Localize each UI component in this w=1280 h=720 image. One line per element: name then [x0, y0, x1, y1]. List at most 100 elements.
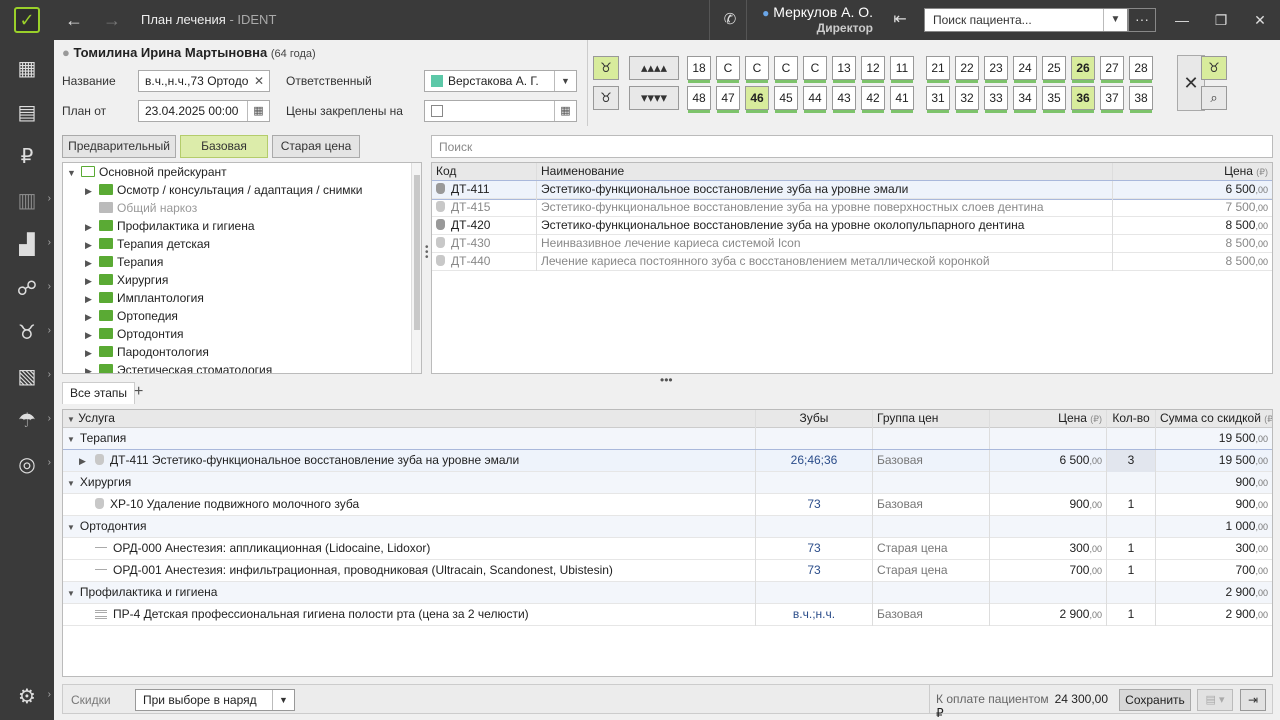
- chevron-down-icon[interactable]: ▼: [67, 523, 75, 532]
- item-qty[interactable]: 1: [1128, 497, 1135, 511]
- permanent-tooth-icon[interactable]: ♉: [593, 56, 619, 80]
- close-icon[interactable]: ✕: [1250, 10, 1270, 30]
- add-stage-button[interactable]: +: [134, 383, 143, 401]
- patient-search-input[interactable]: Поиск пациента... ▼: [924, 8, 1128, 32]
- tree-item[interactable]: ▶ Пародонтология: [85, 343, 209, 361]
- tooth-upper-5[interactable]: 13: [832, 56, 856, 83]
- tab-base[interactable]: Базовая: [180, 135, 268, 158]
- tree-item[interactable]: ▶ Терапия детская: [85, 235, 210, 253]
- col-qty[interactable]: Кол-во: [1106, 410, 1155, 428]
- print-icon[interactable]: ▤ ▾: [1197, 689, 1233, 711]
- chevron-down-icon[interactable]: ▼: [272, 690, 294, 710]
- tooth-lower-6[interactable]: 42: [861, 86, 885, 113]
- tooth-upper-2[interactable]: C: [745, 56, 769, 83]
- chevron-right-icon[interactable]: ▶: [85, 272, 99, 290]
- scrollbar-thumb[interactable]: [414, 175, 420, 330]
- responsible-select[interactable]: Верстакова А. Г. ▼: [424, 70, 577, 92]
- tree-item[interactable]: ▶ Профилактика и гигиена: [85, 217, 255, 235]
- tooth-lower-11[interactable]: 34: [1013, 86, 1037, 113]
- price-search-input[interactable]: Поиск: [431, 135, 1273, 158]
- calendar-icon[interactable]: ▦: [247, 101, 269, 121]
- col-name[interactable]: Наименование: [536, 163, 1112, 181]
- tooth-lower-13[interactable]: 36: [1071, 86, 1095, 113]
- col-sum[interactable]: Сумма со скидкой (₽): [1155, 410, 1272, 428]
- back-arrow-icon[interactable]: ←: [62, 8, 86, 32]
- milk-tooth-icon[interactable]: ♉: [593, 86, 619, 110]
- tab-preliminary[interactable]: Предварительный: [62, 135, 176, 158]
- tooth-lower-8[interactable]: 31: [926, 86, 950, 113]
- plan-item-row[interactable]: ПР-4 Детская профессиональная гигиена по…: [63, 604, 1272, 626]
- cashbox-icon[interactable]: ▥ ›: [0, 178, 54, 222]
- chevron-right-icon[interactable]: ▶: [85, 218, 99, 236]
- gear-icon[interactable]: ⚙ ›: [0, 674, 54, 718]
- tooth-upper-12[interactable]: 25: [1042, 56, 1066, 83]
- save-button[interactable]: Сохранить: [1119, 689, 1191, 711]
- tooth-lower-5[interactable]: 43: [832, 86, 856, 113]
- chevron-down-icon[interactable]: ▼: [67, 479, 75, 488]
- chevron-right-icon[interactable]: ▶: [85, 290, 99, 308]
- chevron-right-icon[interactable]: ▶: [85, 362, 99, 373]
- chevron-down-icon[interactable]: ▼: [67, 589, 75, 598]
- tooth-upper-4[interactable]: C: [803, 56, 827, 83]
- tooth-lower-15[interactable]: 38: [1129, 86, 1153, 113]
- tooth-upper-3[interactable]: C: [774, 56, 798, 83]
- tree-item[interactable]: ▶ Ортопедия: [85, 307, 178, 325]
- upper-jaw-icon[interactable]: ▴▴▴▴: [629, 56, 679, 80]
- phone-icon[interactable]: ✆: [716, 8, 744, 32]
- tooth-lower-1[interactable]: 47: [716, 86, 740, 113]
- ruble-icon[interactable]: ₽: [0, 134, 54, 178]
- chevron-down-icon[interactable]: ▼: [1103, 9, 1127, 31]
- teeth-link[interactable]: 73: [807, 541, 820, 555]
- tooth-upper-1[interactable]: C: [716, 56, 740, 83]
- current-user[interactable]: ● Меркулов А. О. Директор: [757, 4, 873, 35]
- chevron-right-icon[interactable]: ▶: [85, 326, 99, 344]
- more-button[interactable]: ···: [1128, 8, 1156, 32]
- schedule-icon[interactable]: ▦: [0, 46, 54, 90]
- horizontal-splitter[interactable]: •••: [660, 373, 673, 387]
- tooth-lower-10[interactable]: 33: [984, 86, 1008, 113]
- plan-group-row[interactable]: ▼ Хирургия 900,00: [63, 472, 1272, 494]
- chevron-down-icon[interactable]: ▼: [67, 164, 81, 182]
- price-row[interactable]: ДТ-411 Эстетико-функциональное восстановл…: [432, 180, 1272, 200]
- col-code[interactable]: Код: [432, 163, 536, 181]
- tooth-lower-3[interactable]: 45: [774, 86, 798, 113]
- minimize-icon[interactable]: —: [1172, 10, 1192, 30]
- tooth-lower-2[interactable]: 46: [745, 86, 769, 113]
- reports-icon[interactable]: ▟ ›: [0, 222, 54, 266]
- tooth-card-icon[interactable]: ♉: [1201, 56, 1227, 80]
- teeth-link[interactable]: 26;46;36: [791, 453, 838, 467]
- price-row[interactable]: ДТ-420 Эстетико-функциональное восстановл…: [432, 217, 1272, 235]
- teeth-link[interactable]: в.ч.;н.ч.: [793, 607, 835, 621]
- lower-jaw-icon[interactable]: ▾▾▾▾: [629, 86, 679, 110]
- exit-icon[interactable]: ⇥: [1240, 689, 1266, 711]
- tree-item[interactable]: Общий наркоз: [85, 199, 197, 217]
- tree-item[interactable]: ▶ Осмотр / консультация / адаптация / сни…: [85, 181, 363, 199]
- prices-fixed-checkbox[interactable]: [431, 105, 443, 117]
- forward-arrow-icon[interactable]: →: [100, 8, 124, 32]
- tree-item[interactable]: ▶ Терапия: [85, 253, 163, 271]
- prices-fixed-field[interactable]: ▦: [424, 100, 577, 122]
- col-teeth[interactable]: Зубы: [755, 410, 872, 428]
- tree-item[interactable]: ▶ Хирургия: [85, 271, 168, 289]
- invoice-icon[interactable]: ▤: [0, 90, 54, 134]
- tree-root[interactable]: ▼ Основной прейскурант: [67, 163, 227, 181]
- tooth-upper-15[interactable]: 28: [1129, 56, 1153, 83]
- chevron-right-icon[interactable]: ▶: [85, 308, 99, 326]
- chevron-right-icon[interactable]: ▶: [85, 344, 99, 362]
- tooth-upper-13[interactable]: 26: [1071, 56, 1095, 83]
- plan-item-row[interactable]: ОРД-000 Анестезия: аппликационная (Lidoc…: [63, 538, 1272, 560]
- tab-all-stages[interactable]: Все этапы: [62, 382, 136, 404]
- insurance-icon[interactable]: ☂ ›: [0, 398, 54, 442]
- price-row[interactable]: ДТ-430 Неинвазивное лечение кариеса систе…: [432, 235, 1272, 253]
- tooth-lower-14[interactable]: 37: [1100, 86, 1124, 113]
- price-row[interactable]: ДТ-440 Лечение кариеса постоянного зуба с…: [432, 253, 1272, 271]
- chevron-right-icon[interactable]: ▶: [67, 451, 95, 472]
- col-price[interactable]: Цена (₽): [989, 410, 1106, 428]
- plan-group-row[interactable]: ▼ Терапия 19 500,00: [63, 428, 1272, 450]
- payments-icon[interactable]: ◎ ›: [0, 442, 54, 486]
- clear-icon[interactable]: ✕: [254, 74, 264, 88]
- app-logo[interactable]: ✓: [0, 0, 54, 40]
- tooth-search-icon[interactable]: ⌕: [1201, 86, 1227, 110]
- tab-old-price[interactable]: Старая цена: [272, 135, 360, 158]
- plan-name-field[interactable]: в.ч.,н.ч.,73 Ортодо ✕: [138, 70, 270, 92]
